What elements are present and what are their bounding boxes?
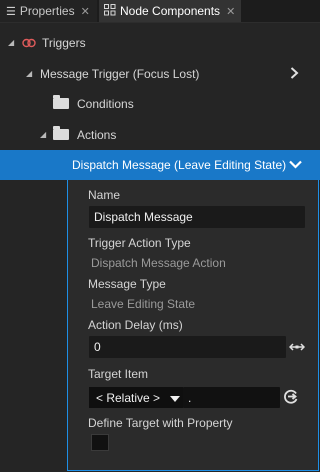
name-label: Name (88, 188, 121, 202)
action-delay-label: Action Delay (ms) (88, 318, 183, 332)
message-type-value: Leave Editing State (91, 297, 196, 311)
dropdown-arrow-icon[interactable] (170, 392, 180, 406)
tree-item-dispatch-message[interactable]: Dispatch Message (Leave Editing State) (0, 150, 320, 180)
close-icon[interactable]: ✕ (81, 5, 90, 18)
target-item-path-field[interactable]: . (183, 387, 280, 408)
collapse-triangle-icon[interactable]: ◢ (40, 130, 50, 139)
tab-node-components-label: Node Components (120, 4, 221, 18)
define-target-checkbox[interactable] (91, 434, 109, 451)
close-icon[interactable]: ✕ (226, 5, 235, 18)
message-type-label: Message Type (88, 277, 166, 291)
action-delay-field[interactable]: 0 (89, 336, 286, 358)
tree-item-actions-label: Actions (77, 127, 117, 142)
list-icon: ☰ (6, 5, 16, 18)
tab-properties-label: Properties (19, 4, 75, 18)
tree-item-actions[interactable]: ◢ Actions (0, 119, 320, 150)
trigger-action-type-value: Dispatch Message Action (91, 256, 226, 270)
tree-item-triggers-label: Triggers (42, 35, 86, 50)
chevron-down-icon[interactable] (289, 160, 302, 169)
drag-adjust-icon[interactable] (288, 340, 306, 357)
node-components-icon (104, 3, 116, 19)
define-target-label: Define Target with Property (88, 416, 233, 430)
trigger-icon (22, 38, 36, 48)
target-item-label: Target Item (88, 367, 149, 381)
name-field[interactable]: Dispatch Message (89, 206, 305, 228)
tab-node-components[interactable]: Node Components ✕ (99, 0, 241, 22)
folder-icon (53, 126, 69, 140)
collapse-triangle-icon[interactable]: ◢ (8, 38, 18, 47)
trigger-action-type-label: Trigger Action Type (88, 236, 191, 250)
tree-item-dispatch-message-label: Dispatch Message (Leave Editing State) (72, 158, 287, 172)
target-item-mode-dropdown[interactable]: < Relative > (89, 387, 183, 408)
tree-item-conditions[interactable]: Conditions (0, 88, 320, 119)
chevron-right-icon[interactable] (290, 67, 299, 79)
tree-item-triggers[interactable]: ◢ Triggers (0, 27, 320, 58)
tab-properties[interactable]: ☰ Properties ✕ (0, 0, 97, 22)
folder-icon (53, 95, 69, 109)
tree-item-conditions-label: Conditions (77, 96, 134, 111)
target-item-mode-value: < Relative > (96, 390, 161, 405)
tree-item-message-trigger-label: Message Trigger (Focus Lost) (40, 66, 200, 81)
tree-item-message-trigger[interactable]: ◢ Message Trigger (Focus Lost) (0, 58, 320, 89)
collapse-triangle-icon[interactable]: ◢ (26, 69, 36, 78)
pick-target-icon[interactable] (284, 389, 299, 407)
